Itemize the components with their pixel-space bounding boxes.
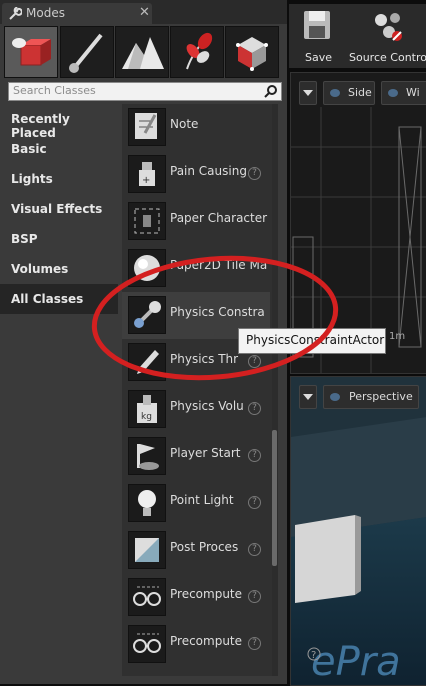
pain-volume-icon: + <box>128 155 166 193</box>
wrench-icon <box>9 7 22 20</box>
svg-text:?: ? <box>311 650 316 661</box>
foliage-icon[interactable] <box>170 26 224 78</box>
class-list-item[interactable]: Paper Character <box>122 198 270 245</box>
precomputed-visibility-icon <box>128 578 166 616</box>
help-icon[interactable]: ? <box>248 167 261 180</box>
class-label: Note <box>170 117 199 131</box>
class-label: Post Proces <box>170 540 239 554</box>
search-placeholder: Search Classes <box>13 84 96 97</box>
category-label: BSP <box>11 232 38 246</box>
view-perspective-button[interactable]: Perspective <box>323 385 419 409</box>
mode-tabs <box>4 26 282 78</box>
help-icon[interactable]: ? <box>307 647 321 661</box>
chevron-down-icon <box>303 394 313 400</box>
perspective-icon <box>330 393 340 401</box>
class-label: Player Start <box>170 446 241 460</box>
geometry-edit-icon[interactable] <box>225 26 279 78</box>
class-list-item[interactable]: Post Proces? <box>122 527 270 574</box>
scene-render: ePra <box>291 377 426 685</box>
save-label: Save <box>305 51 333 64</box>
class-label: Point Light <box>170 493 234 507</box>
view-perspective-label: Perspective <box>349 390 413 403</box>
svg-text:kg: kg <box>141 412 152 422</box>
category-label: Basic <box>11 142 47 156</box>
view-wire-label: Wi <box>406 86 420 99</box>
view-mode-icon <box>330 89 340 97</box>
lit-mode-icon <box>388 89 398 97</box>
class-label: Precompute <box>170 587 243 601</box>
class-list-item[interactable]: kg Physics Volu? <box>122 386 270 433</box>
annotation-circle <box>91 255 339 381</box>
perspective-viewport[interactable]: ePra Perspective ? <box>290 376 426 686</box>
post-process-icon <box>128 531 166 569</box>
source-control-button[interactable]: Source Contro <box>349 4 426 68</box>
help-icon[interactable]: ? <box>248 543 261 556</box>
main-toolbar: Save Source Contro <box>289 4 426 68</box>
viewport-options-button[interactable] <box>299 81 317 105</box>
category-label: Lights <box>11 172 53 186</box>
category-item[interactable]: Recently Placed <box>0 104 118 140</box>
viewport-header: Side Wi <box>291 77 426 105</box>
modes-titlebar: Modes ✕ <box>0 0 287 24</box>
source-control-icon <box>375 13 402 41</box>
help-icon[interactable]: ? <box>248 402 261 415</box>
category-item[interactable]: Lights <box>0 164 118 194</box>
class-label: Physics Volu <box>170 399 244 413</box>
class-list-item[interactable]: Note <box>122 104 270 151</box>
class-label: Paper Character <box>170 211 268 225</box>
category-label: Visual Effects <box>11 202 103 216</box>
save-icon <box>304 11 330 39</box>
class-label: Precompute <box>170 634 243 648</box>
modes-tab[interactable]: Modes ✕ <box>2 3 152 24</box>
help-icon[interactable]: ? <box>248 637 261 650</box>
paint-brush-icon[interactable] <box>60 26 114 78</box>
search-classes-input[interactable]: Search Classes <box>8 82 282 101</box>
player-start-icon <box>128 437 166 475</box>
class-label: Pain Causing <box>170 164 247 178</box>
place-mode-icon[interactable] <box>4 26 58 78</box>
svg-text:+: + <box>142 175 150 186</box>
modes-title: Modes <box>26 6 65 20</box>
note-icon <box>128 108 166 146</box>
save-button[interactable]: Save <box>295 4 339 68</box>
class-list-item[interactable]: Precompute? <box>122 621 270 668</box>
scrollbar-track[interactable] <box>272 104 278 676</box>
point-light-icon <box>128 484 166 522</box>
class-list-item[interactable]: Player Start? <box>122 433 270 480</box>
category-label: Volumes <box>11 262 69 276</box>
precomputed-visibility-icon <box>128 625 166 663</box>
category-item[interactable]: Visual Effects <box>0 194 118 224</box>
view-side-label: Side <box>348 86 372 99</box>
scrollbar-thumb[interactable] <box>272 430 277 566</box>
paper-character-icon <box>128 202 166 240</box>
source-control-label: Source Contro <box>349 51 426 64</box>
help-icon[interactable]: ? <box>248 449 261 462</box>
help-icon[interactable]: ? <box>248 590 261 603</box>
perspective-options-button[interactable] <box>299 385 317 409</box>
scale-label: 1m <box>389 331 406 342</box>
view-wireframe-button[interactable]: Wi <box>381 81 426 105</box>
category-item[interactable]: Basic <box>0 134 118 164</box>
class-list-item[interactable]: Precompute? <box>122 574 270 621</box>
category-label: All Classes <box>11 292 84 306</box>
class-list-item[interactable]: + Pain Causing? <box>122 151 270 198</box>
class-list: Note + Pain Causing? Paper Character Paper2D… <box>122 104 272 676</box>
close-icon[interactable]: ✕ <box>139 5 150 20</box>
chevron-down-icon <box>303 90 313 96</box>
class-list-item[interactable]: Point Light? <box>122 480 270 527</box>
svg-text:ePra: ePra <box>311 639 401 685</box>
landscape-icon[interactable] <box>115 26 169 78</box>
search-icon[interactable] <box>264 84 278 98</box>
view-side-button[interactable]: Side <box>323 81 375 105</box>
help-icon[interactable]: ? <box>248 496 261 509</box>
physics-volume-icon: kg <box>128 390 166 428</box>
